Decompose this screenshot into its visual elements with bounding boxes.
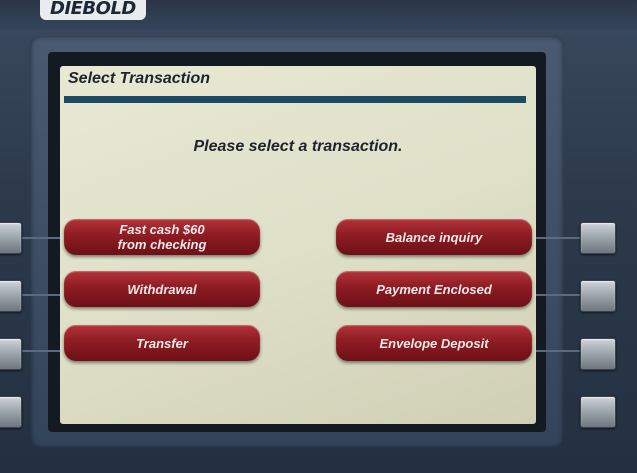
atm-screen: Select Transaction Please select a trans… bbox=[60, 66, 536, 424]
fast-cash-button[interactable]: Fast cash $60 from checking bbox=[64, 219, 260, 255]
balance-inquiry-button[interactable]: Balance inquiry bbox=[336, 219, 532, 255]
key-connector-line bbox=[532, 350, 580, 352]
right-side-key-4[interactable] bbox=[580, 396, 616, 428]
right-side-key-2[interactable] bbox=[580, 280, 616, 312]
envelope-deposit-button[interactable]: Envelope Deposit bbox=[336, 325, 532, 361]
left-side-key-3[interactable] bbox=[0, 338, 22, 370]
right-side-key-1[interactable] bbox=[580, 222, 616, 254]
atm-machine: DIEBOLD Select Transaction Please select… bbox=[0, 0, 637, 473]
withdrawal-label: Withdrawal bbox=[127, 281, 197, 297]
withdrawal-button[interactable]: Withdrawal bbox=[64, 271, 260, 307]
key-connector-line bbox=[20, 294, 64, 296]
balance-inquiry-label: Balance inquiry bbox=[385, 229, 483, 245]
key-connector-line bbox=[20, 237, 64, 239]
fast-cash-label: Fast cash $60 from checking bbox=[117, 222, 207, 252]
key-connector-line bbox=[20, 350, 64, 352]
left-side-key-1[interactable] bbox=[0, 222, 22, 254]
key-connector-line bbox=[532, 237, 580, 239]
transfer-button[interactable]: Transfer bbox=[64, 325, 260, 361]
left-side-key-4[interactable] bbox=[0, 396, 22, 428]
envelope-deposit-label: Envelope Deposit bbox=[379, 335, 489, 351]
right-side-key-3[interactable] bbox=[580, 338, 616, 370]
payment-enclosed-label: Payment Enclosed bbox=[376, 281, 492, 297]
left-side-key-2[interactable] bbox=[0, 280, 22, 312]
payment-enclosed-button[interactable]: Payment Enclosed bbox=[336, 271, 532, 307]
transfer-label: Transfer bbox=[136, 335, 188, 351]
key-connector-line bbox=[532, 294, 580, 296]
title-divider bbox=[64, 96, 526, 103]
prompt-text: Please select a transaction. bbox=[193, 138, 403, 155]
screen-title: Select Transaction bbox=[68, 70, 210, 87]
diebold-logo: DIEBOLD bbox=[40, 0, 146, 20]
